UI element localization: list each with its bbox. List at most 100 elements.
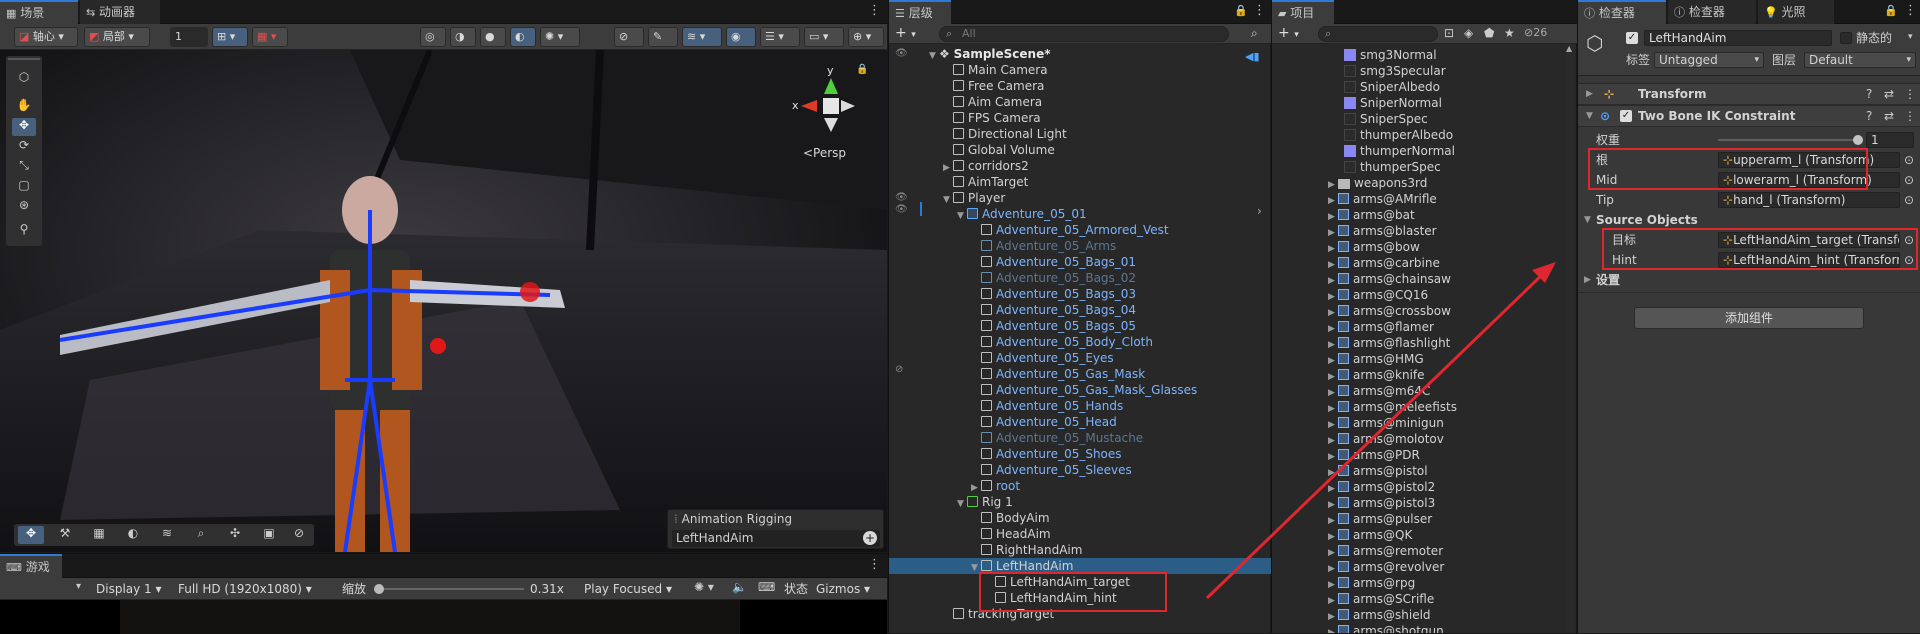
hierarchy-row[interactable]: FPS Camera [889,110,1271,126]
grid-overlay-icon[interactable]: ▦ [86,526,112,544]
settings-foldout[interactable]: ▶ 设置 [1578,271,1920,289]
visibility-button[interactable]: ◉ [726,27,756,47]
project-item[interactable]: ▶ arms@PDR [1272,447,1577,463]
display-dropdown[interactable]: Display 1 ▾ [96,580,174,598]
debug-draw-button[interactable]: ✺ ▾ [540,27,580,47]
project-item[interactable]: ▶ arms@HMG [1272,351,1577,367]
lighting-toggle-button[interactable]: ✎ [648,27,678,47]
hierarchy-row[interactable]: Adventure_05_Shoes [889,446,1271,462]
box-tool-icon[interactable]: ⬡ [12,70,36,88]
component-menu-icon[interactable]: ⋮ [1904,84,1916,104]
tab-animator[interactable]: ⇆ 动画器 [80,0,160,24]
wireframe-button[interactable]: ◎ [420,27,446,47]
gizmos-dropdown[interactable]: Gizmos ▾ [816,580,870,598]
hierarchy-row[interactable]: Directional Light [889,126,1271,142]
project-item[interactable]: ▶ arms@meleefists [1272,399,1577,415]
resolution-dropdown[interactable]: Full HD (1920x1080) ▾ [178,580,332,598]
weight-slider[interactable] [1718,135,1863,145]
lock-icon[interactable]: 🔒 [1234,4,1248,17]
component-menu-icon[interactable]: ⋮ [1904,106,1916,126]
static-checkbox[interactable] [1840,32,1852,44]
hierarchy-row[interactable]: Adventure_05_Bags_05 [889,318,1271,334]
hand-target-gizmo[interactable] [520,282,540,302]
add-icon[interactable]: + [863,531,877,545]
hand-tool-icon[interactable]: ✋ [12,98,36,116]
project-item[interactable]: ▶ arms@blaster [1272,223,1577,239]
filter-scene-icon[interactable]: ⊡ [1444,26,1454,40]
project-item[interactable]: SniperSpec [1272,111,1577,127]
project-item[interactable]: ▶ arms@flashlight [1272,335,1577,351]
hierarchy-row[interactable]: ▼ Player [889,190,1271,206]
tab-lighting[interactable]: 💡 光照 [1758,0,1834,24]
hierarchy-row[interactable]: ▼ ❖ SampleScene* [889,46,1271,62]
layer-dropdown[interactable]: Default ▾ [1804,52,1916,68]
project-item[interactable]: ▶ arms@chainsaw [1272,271,1577,287]
project-item[interactable]: ▶ arms@revolver [1272,559,1577,575]
object-name-input[interactable]: LeftHandAim [1644,30,1832,46]
weight-input[interactable]: 1 [1866,132,1914,148]
scale-slider[interactable] [374,584,524,594]
project-item[interactable]: ▶ weapons3rd [1272,175,1577,191]
hierarchy-row[interactable]: Adventure_05_Gas_Mask [889,366,1271,382]
inspector-lock-icon[interactable]: 🔒 [1884,4,1898,17]
project-item[interactable]: ▶ arms@molotov [1272,431,1577,447]
project-item[interactable]: ▶ arms@crossbow [1272,303,1577,319]
hierarchy-row[interactable]: BodyAim [889,510,1271,526]
game-menu-icon[interactable]: ⋮ [868,558,881,574]
layers-overlay-icon[interactable]: ≋ [154,526,180,544]
weight-slider-handle[interactable] [1853,135,1863,145]
object-picker-icon[interactable]: ⊙ [1904,231,1914,249]
hierarchy-row[interactable]: Free Camera [889,78,1271,94]
hierarchy-row[interactable]: Adventure_05_Arms [889,238,1271,254]
hierarchy-row[interactable]: ▼ Rig 1 [889,494,1271,510]
tab-project[interactable]: ▰ 项目 [1272,0,1334,24]
project-create-button[interactable]: + ▾ [1278,25,1299,41]
create-button[interactable]: + ▾ [895,25,916,41]
project-item[interactable]: ▶ arms@QK [1272,527,1577,543]
project-item[interactable]: SniperAlbedo [1272,79,1577,95]
layers-button[interactable]: ≋ ▾ [682,27,722,47]
preset-icon[interactable]: ⇄ [1884,106,1894,126]
hierarchy-row[interactable]: ▼ LeftHandAim [889,558,1271,574]
active-checkbox[interactable]: ✓ [1626,32,1638,44]
scene-viewport[interactable]: y x <Persp 🔒 ⬡ ✋ ✥ ⟳ ⤡ ▢ ⊛ ⚲ ✥ ⚒ ▦ ◐ ≋ ⌕ [0,50,887,552]
open-prefab-arrow-icon[interactable]: › [1257,204,1262,218]
help-icon[interactable]: ? [1866,84,1872,104]
hierarchy-row[interactable]: ▶ root [889,478,1271,494]
filter-star-icon[interactable]: ★ [1504,26,1515,40]
game-view-dropdown-icon[interactable]: ▾ [76,581,81,592]
project-item[interactable]: ▶ arms@carbine [1272,255,1577,271]
persp-label[interactable]: <Persp [803,146,846,160]
project-item[interactable]: thumperNormal [1272,143,1577,159]
camera-button[interactable]: ▭ ▾ [804,27,844,47]
tag-dropdown[interactable]: Untagged ▾ [1654,52,1764,68]
custom-tool-icon[interactable]: ⚲ [12,222,36,240]
project-item[interactable]: ▶ arms@AMrifle [1272,191,1577,207]
hierarchy-row[interactable]: Aim Camera [889,94,1271,110]
game-viewport[interactable] [0,600,887,634]
help-icon[interactable]: ? [1866,106,1872,126]
search-options-icon[interactable]: ⌕ [1251,26,1258,41]
hierarchy-row[interactable]: LeftHandAim_hint [889,590,1271,606]
gizmo-button[interactable]: ⊕ ▾ [848,27,884,47]
rotate-tool-icon[interactable]: ⟳ [12,138,36,156]
tab-game[interactable]: ⌨ 游戏 [0,554,62,578]
object-picker-icon[interactable]: ⊙ [1904,191,1914,209]
hierarchy-row[interactable]: Adventure_05_Hands [889,398,1271,414]
project-item[interactable]: ▶ arms@shotgun [1272,623,1577,633]
tab-hierarchy[interactable]: ☰ 层级 [889,0,951,24]
keyboard-icon[interactable]: ⌨ [758,580,775,594]
hierarchy-row[interactable]: Adventure_05_Gas_Mask_Glasses [889,382,1271,398]
collapse-arrow-icon[interactable]: ▶ [1328,625,1338,633]
hierarchy-row[interactable]: Adventure_05_Bags_02 [889,270,1271,286]
preset-icon[interactable]: ⇄ [1884,84,1894,104]
scroll-up-icon[interactable]: ▲ [1566,44,1572,53]
hierarchy-row[interactable]: Adventure_05_Mustache [889,430,1271,446]
hierarchy-row[interactable]: Main Camera [889,62,1271,78]
hierarchy-row[interactable]: ▼ Adventure_05_01 [889,206,1271,222]
filter-type-icon[interactable]: ◈ [1464,26,1473,40]
hierarchy-row[interactable]: RightHandAim [889,542,1271,558]
move-overlay-icon[interactable]: ✥ [18,526,44,544]
pivot-dropdown[interactable]: ◪ 轴心 ▾ [14,27,78,47]
hierarchy-row[interactable]: Adventure_05_Head [889,414,1271,430]
